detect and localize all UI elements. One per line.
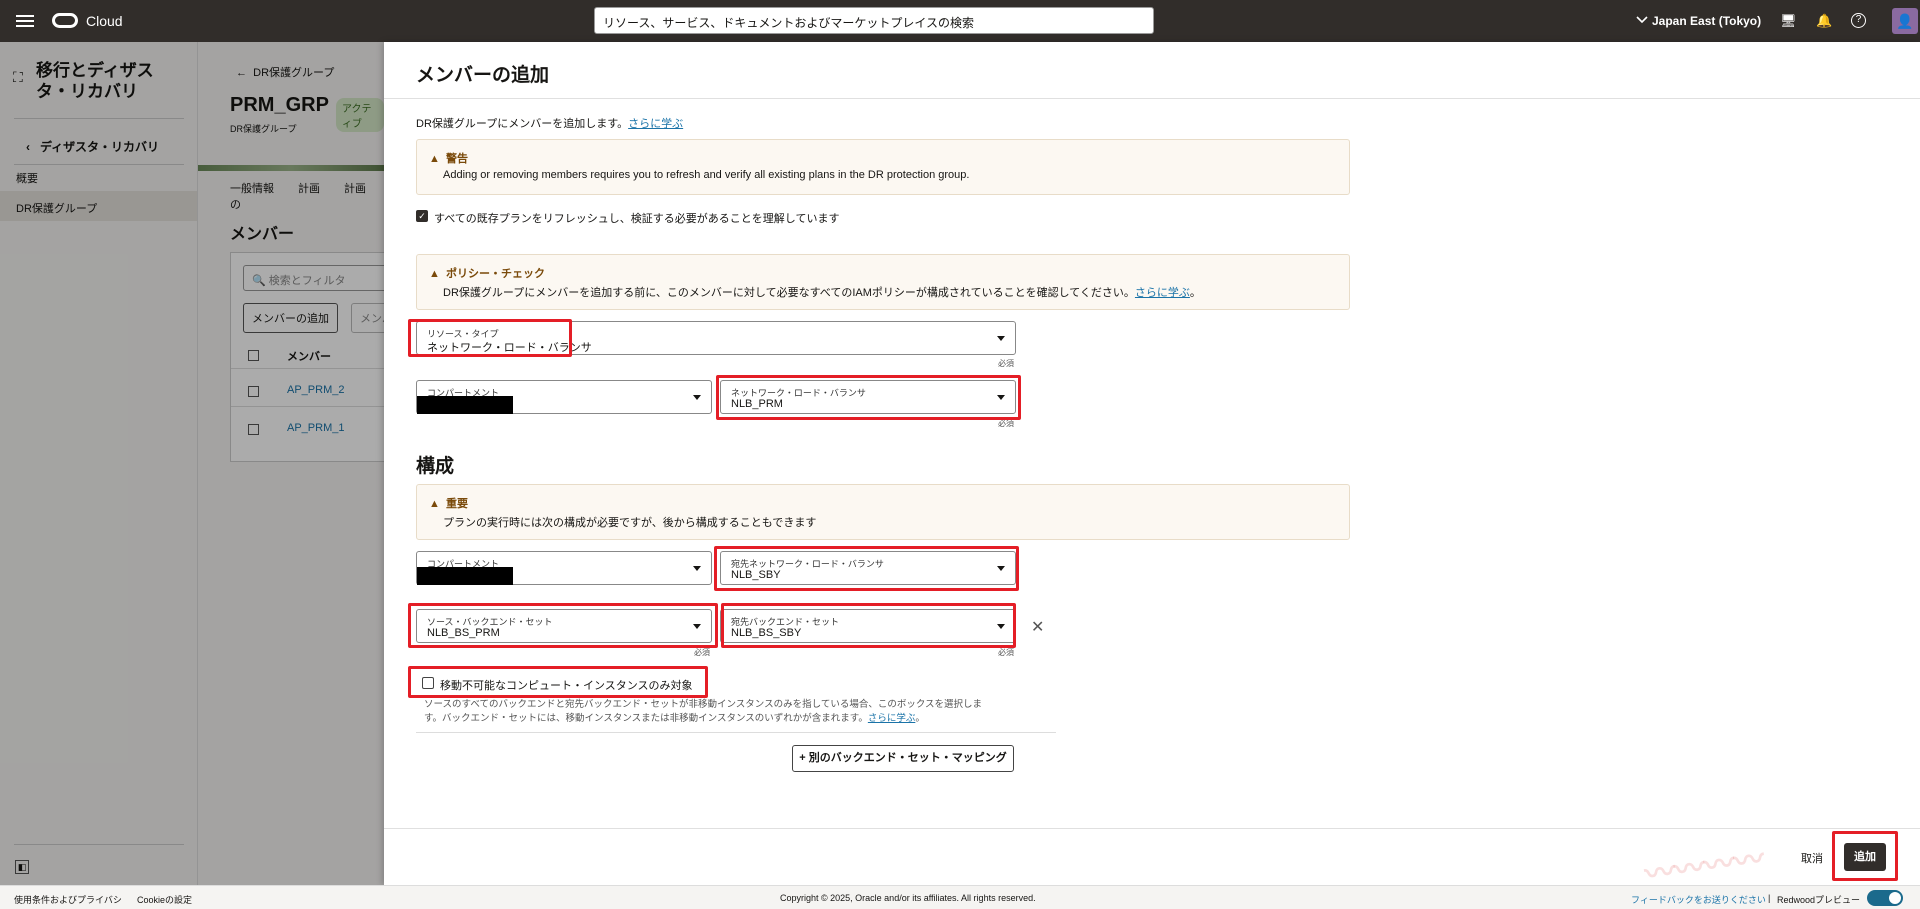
caret-down-icon <box>997 624 1005 629</box>
help-suffix: 。 <box>915 713 925 724</box>
config-heading: 構成 <box>416 456 455 477</box>
policy-text: DR保護グループにメンバーを追加する前に、このメンバーに対して必要なすべてのIA… <box>443 284 1201 300</box>
dest-nlb-value: NLB_SBY <box>731 569 781 581</box>
source-backend-select[interactable]: ソース・バックエンド・セット NLB_BS_PRM <box>416 609 712 643</box>
help-icon[interactable]: ? <box>1851 13 1866 28</box>
caret-down-icon <box>997 566 1005 571</box>
monitor-icon[interactable]: 🖥 <box>1780 13 1797 29</box>
cookie-link[interactable]: Cookieの設定 <box>137 893 192 906</box>
caret-down-icon <box>997 336 1005 341</box>
feedback-link[interactable]: フィードバックをお送りください <box>1631 893 1766 906</box>
nlb-value: NLB_PRM <box>731 398 783 410</box>
panel-title: メンバーの追加 <box>416 65 550 86</box>
important-title: ▲ 重要 <box>429 498 468 510</box>
add-mapping-button[interactable]: + 別のバックエンド・セット・マッピング <box>792 745 1014 772</box>
copyright-text: Copyright © 2025, Oracle and/or its affi… <box>780 893 1036 903</box>
cancel-button[interactable]: 取消 <box>1801 850 1823 866</box>
help-learn-more-link[interactable]: さらに学ぶ <box>868 713 916 724</box>
chevron-down-icon[interactable] <box>1636 12 1648 28</box>
dest-backend-select[interactable]: 宛先バックエンド・セット NLB_BS_SBY <box>720 609 1016 643</box>
policy-title-text: ポリシー・チェック <box>446 268 545 280</box>
compartment-select[interactable]: コンパートメント <box>416 380 712 414</box>
important-notice: ▲ 重要 プランの実行時には次の構成が必要ですが、後から構成することもできます <box>416 484 1350 540</box>
divider <box>416 732 1056 733</box>
nlb-select[interactable]: ネットワーク・ロード・バランサ NLB_PRM <box>720 380 1016 414</box>
caret-down-icon <box>693 624 701 629</box>
region-selector[interactable]: Japan East (Tokyo) <box>1652 14 1761 28</box>
terms-link[interactable]: 使用条件およびプライバシ <box>14 893 122 906</box>
warning-title-text: 警告 <box>446 153 468 165</box>
required-hint: 必須 <box>998 419 1014 428</box>
policy-learn-more-link[interactable]: さらに学ぶ <box>1135 287 1190 299</box>
caret-down-icon <box>693 566 701 571</box>
add-member-panel: メンバーの追加 DR保護グループにメンバーを追加します。さらに学ぶ ▲ 警告 A… <box>384 42 1920 892</box>
acknowledge-checkbox[interactable]: ✓ <box>416 210 428 222</box>
bell-icon[interactable]: 🔔 <box>1816 13 1832 29</box>
warning-notice: ▲ 警告 Adding or removing members requires… <box>416 139 1350 195</box>
policy-title: ▲ ポリシー・チェック <box>429 268 545 280</box>
important-text: プランの実行時には次の構成が必要ですが、後から構成することもできます <box>443 517 817 529</box>
redwood-label: Redwoodプレビュー <box>1777 895 1861 905</box>
policy-suffix: 。 <box>1189 287 1201 299</box>
acknowledge-label[interactable]: すべての既存プランをリフレッシュし、検証する必要があることを理解しています <box>434 210 839 226</box>
footer-separator: | <box>1768 893 1771 903</box>
required-hint: 必須 <box>694 648 710 657</box>
divider <box>384 828 1920 829</box>
help-text: ソースのすべてのバックエンドと宛先バックエンド・セットが非移動インスタンスのみを… <box>424 698 990 726</box>
required-hint: 必須 <box>998 359 1014 368</box>
compartment-select-2[interactable]: コンパートメント <box>416 551 712 585</box>
avatar[interactable]: 👤 <box>1892 8 1918 34</box>
warning-text: Adding or removing members requires you … <box>443 169 970 181</box>
redacted-value <box>417 567 513 585</box>
modal-overlay <box>0 42 384 885</box>
top-bar: Cloud リソース、サービス、ドキュメントおよびマーケットプレイスの検索 Ja… <box>0 0 1920 42</box>
search-input[interactable]: リソース、サービス、ドキュメントおよびマーケットプレイスの検索 <box>594 7 1154 34</box>
background-page: ⛶ 移行とディザスタ・リカバリ ‹ ディザスタ・リカバリ 概要 DR保護グループ… <box>0 42 393 885</box>
policy-notice: ▲ ポリシー・チェック DR保護グループにメンバーを追加する前に、このメンバーに… <box>416 254 1350 310</box>
remove-mapping-icon[interactable]: ✕ <box>1031 617 1044 637</box>
dest-nlb-select[interactable]: 宛先ネットワーク・ロード・バランサ NLB_SBY <box>720 551 1016 585</box>
caret-down-icon <box>693 395 701 400</box>
panel-header: メンバーの追加 <box>384 42 1920 99</box>
required-hint: 必須 <box>998 648 1014 657</box>
warning-title: ▲ 警告 <box>429 153 468 165</box>
dest-backend-value: NLB_BS_SBY <box>731 627 802 639</box>
add-button[interactable]: 追加 <box>1844 843 1886 871</box>
redwood-toggle[interactable] <box>1867 890 1903 906</box>
nonmovable-checkbox[interactable] <box>422 677 434 689</box>
redacted-value <box>417 396 513 414</box>
important-title-text: 重要 <box>446 498 468 510</box>
resource-type-select[interactable]: リソース・タイプ ネットワーク・ロード・バランサ <box>416 321 1016 355</box>
brand-label[interactable]: Cloud <box>86 13 123 29</box>
caret-down-icon <box>997 395 1005 400</box>
nonmovable-label[interactable]: 移動不可能なコンピュート・インスタンスのみ対象 <box>440 677 693 693</box>
resource-type-value: ネットワーク・ロード・バランサ <box>427 342 592 354</box>
bottom-bar: 使用条件およびプライバシ Cookieの設定 Copyright © 2025,… <box>0 885 1920 909</box>
policy-body: DR保護グループにメンバーを追加する前に、このメンバーに対して必要なすべてのIA… <box>443 287 1135 299</box>
oracle-logo-icon[interactable] <box>52 13 78 28</box>
learn-more-link[interactable]: さらに学ぶ <box>628 118 683 130</box>
intro-label: DR保護グループにメンバーを追加します。 <box>416 118 629 130</box>
source-backend-value: NLB_BS_PRM <box>427 627 500 639</box>
menu-icon[interactable] <box>16 12 34 30</box>
intro-text: DR保護グループにメンバーを追加します。さらに学ぶ <box>416 115 683 131</box>
